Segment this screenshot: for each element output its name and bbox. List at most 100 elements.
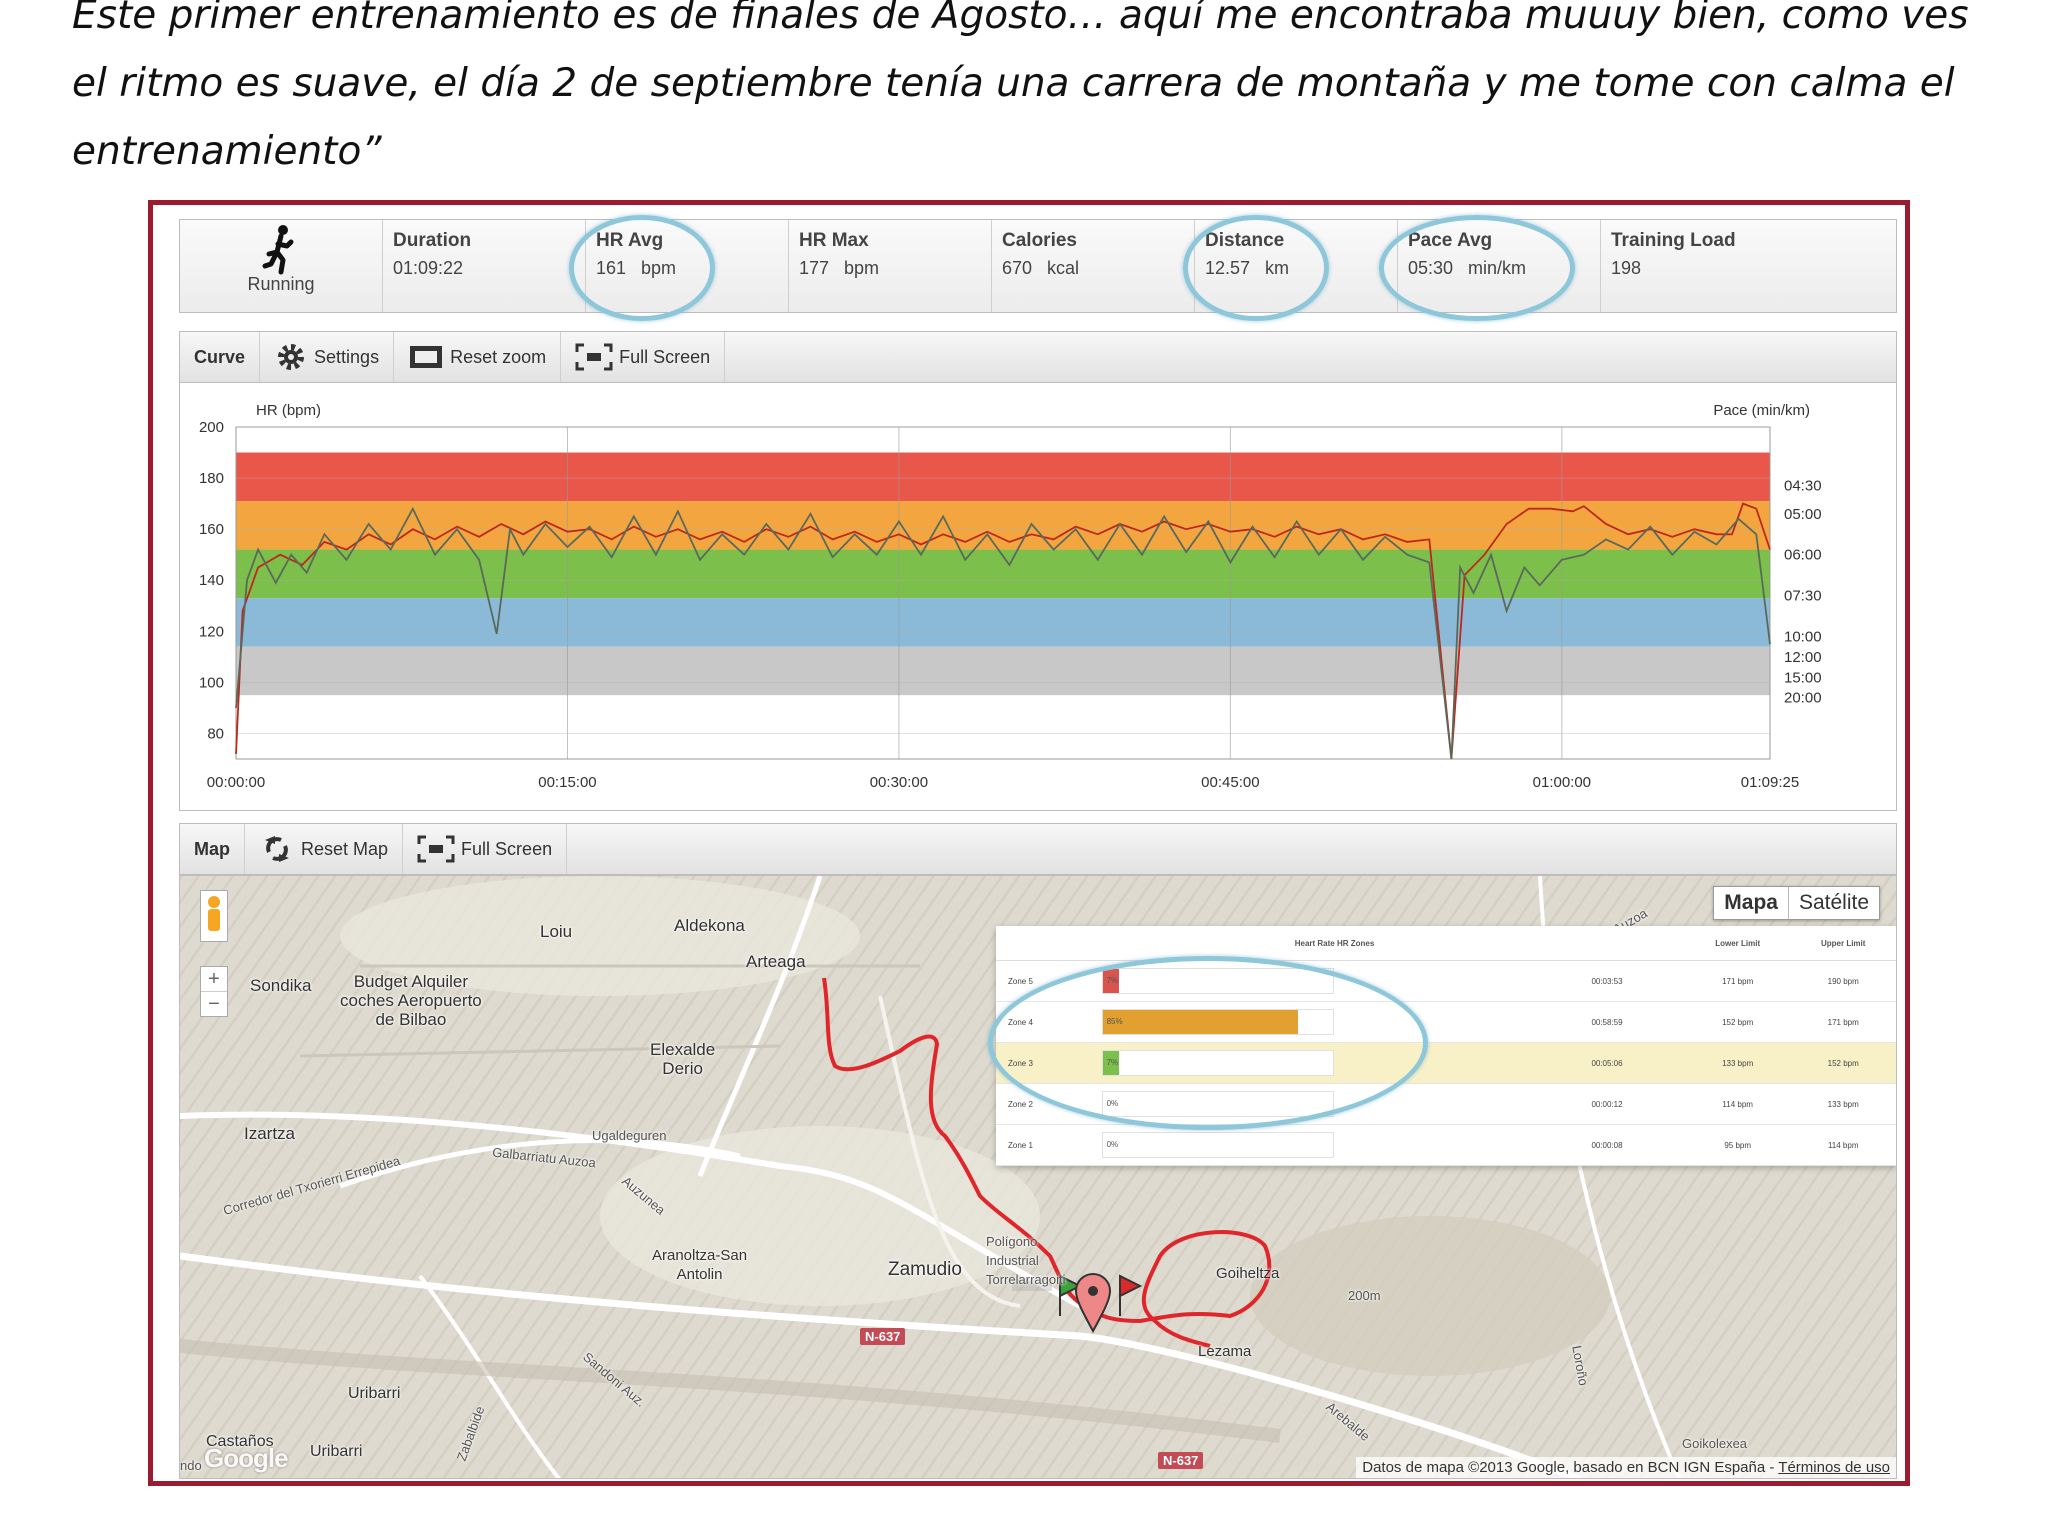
zone-row[interactable]: Zone 3 7% 00:05:06 133 bpm 152 bpm xyxy=(996,1042,1896,1084)
zone-name: Zone 3 xyxy=(996,1042,1090,1084)
zone-lower: 171 bpm xyxy=(1684,960,1791,1002)
place-label: Uribarri xyxy=(348,1385,401,1402)
y2-tick-label: 05:00 xyxy=(1784,506,1822,523)
full-screen-icon xyxy=(575,343,613,371)
zone-bar-fill xyxy=(1102,1010,1299,1034)
zone-upper: 152 bpm xyxy=(1790,1042,1896,1084)
zoom-control: + − xyxy=(200,966,228,1017)
road-shield: N-637 xyxy=(860,1328,906,1345)
quote-line-1: Este primer entrenamiento es de finales … xyxy=(72,0,1969,38)
quote-line-2: el ritmo es suave, el día 2 de septiembr… xyxy=(72,61,1955,106)
y-tick-label: 200 xyxy=(199,419,224,436)
zone-time: 00:03:53 xyxy=(1579,960,1685,1002)
reset-map-button[interactable]: Reset Map xyxy=(245,824,404,874)
stat-value: 12.57 km xyxy=(1205,258,1290,278)
place-label: Zamudio xyxy=(888,1259,962,1280)
place-label: Polígono Industrial Torrelarragoiti xyxy=(986,1234,1066,1287)
map-full-screen-label: Full Screen xyxy=(461,838,553,859)
zone-pct: 0% xyxy=(1106,1140,1119,1149)
place-label: Lezama xyxy=(1198,1343,1252,1360)
full-screen-icon xyxy=(417,835,455,863)
zone-lower: 114 bpm xyxy=(1684,1083,1791,1125)
quote-line-3: entrenamiento” xyxy=(72,129,382,174)
zone-pct: 7% xyxy=(1106,976,1119,985)
y-tick-label: 180 xyxy=(199,470,224,487)
map-type-satelite[interactable]: Satélite xyxy=(1789,887,1879,919)
stat-calories: Calories 670 kcal xyxy=(992,220,1195,312)
x-tick-label: 00:15:00 xyxy=(538,774,596,791)
stat-label: Distance xyxy=(1205,230,1285,251)
street-view-pegman-icon[interactable] xyxy=(200,890,228,942)
curve-title: Curve xyxy=(180,332,261,382)
x-tick-label: 01:09:25 xyxy=(1741,774,1799,791)
google-logo: Google xyxy=(204,1443,289,1473)
zone-bar-cell: 0% xyxy=(1089,1083,1580,1125)
stat-pace-avg: Pace Avg 05:30 min/km xyxy=(1398,220,1601,312)
zoom-out-button[interactable]: − xyxy=(201,992,227,1016)
zoom-in-button[interactable]: + xyxy=(201,967,227,992)
runner-icon xyxy=(262,225,294,275)
x-tick-label: 00:45:00 xyxy=(1201,774,1259,791)
y2-axis-label: Pace (min/km) xyxy=(1713,402,1810,419)
map-type-toggle: Mapa Satélite xyxy=(1713,886,1880,920)
sport-cell: Running xyxy=(180,220,383,312)
zone-row[interactable]: Zone 2 0% 00:00:12 114 bpm 133 bpm xyxy=(996,1083,1896,1125)
route-map[interactable]: + − Mapa Satélite Loiu Aldekona Arteaga … xyxy=(179,875,1897,1479)
zone-lower: 133 bpm xyxy=(1684,1042,1791,1084)
zone-row[interactable]: Zone 5 7% 00:03:53 171 bpm 190 bpm xyxy=(996,960,1896,1002)
zone-row[interactable]: Zone 4 85% 00:58:59 152 bpm 171 bpm xyxy=(996,1001,1896,1043)
hr-pace-chart[interactable]: 200 180 160 140 120 100 80 04:30 05:00 06:00 07:30… xyxy=(180,383,1896,811)
sport-label: Running xyxy=(247,274,315,294)
stat-hr-max: HR Max 177 bpm xyxy=(789,220,992,312)
settings-button[interactable]: Settings xyxy=(260,332,395,382)
zone-upper: 114 bpm xyxy=(1790,1124,1896,1166)
full-screen-button[interactable]: Full Screen xyxy=(561,332,726,382)
reset-zoom-label: Reset zoom xyxy=(450,346,547,367)
hr-zone-band xyxy=(236,452,1770,502)
place-label: Arteaga xyxy=(746,952,806,971)
y2-tick-label: 10:00 xyxy=(1784,628,1822,645)
map-toolbar: Map Reset Map Full Screen xyxy=(179,823,1897,875)
x-tick-label: 01:00:00 xyxy=(1533,774,1591,791)
stat-value: 670 kcal xyxy=(1002,258,1080,278)
stat-value: 198 xyxy=(1611,258,1642,278)
stat-distance: Distance 12.57 km xyxy=(1195,220,1398,312)
y2-tick-label: 07:30 xyxy=(1784,588,1822,605)
zone-bar-cell: 7% xyxy=(1089,960,1580,1002)
x-tick-label: 00:30:00 xyxy=(870,774,928,791)
y-tick-label: 80 xyxy=(207,725,224,742)
reset-zoom-button[interactable]: Reset zoom xyxy=(394,332,562,382)
map-type-mapa[interactable]: Mapa xyxy=(1714,887,1789,919)
y2-tick-label: 12:00 xyxy=(1784,649,1822,666)
stat-value: 161 bpm xyxy=(596,258,677,278)
stat-label: Duration xyxy=(393,230,472,251)
y-tick-label: 100 xyxy=(199,674,224,691)
contour-label: 200m xyxy=(1348,1288,1381,1303)
zone-upper: 190 bpm xyxy=(1790,960,1896,1002)
reset-zoom-icon xyxy=(410,346,443,368)
zone-name: Zone 2 xyxy=(996,1083,1090,1125)
stat-value: 05:30 min/km xyxy=(1408,258,1527,278)
screenshot-frame: Running Duration 01:09:22 HR Avg 161 bpm… xyxy=(148,200,1910,1486)
zone-row[interactable]: Zone 1 0% 00:00:08 95 bpm 114 bpm xyxy=(996,1124,1896,1166)
reset-map-icon xyxy=(265,836,289,862)
gear-icon xyxy=(278,344,305,370)
zones-header-row: Heart Rate HR Zones Lower Limit Upper Li… xyxy=(996,926,1896,961)
map-full-screen-button[interactable]: Full Screen xyxy=(403,824,568,874)
place-label: Izartza xyxy=(244,1124,296,1143)
y-tick-label: 140 xyxy=(199,572,224,589)
full-screen-label: Full Screen xyxy=(619,346,711,367)
zone-bar-cell: 7% xyxy=(1089,1042,1580,1084)
terms-link[interactable]: Términos de uso xyxy=(1778,1459,1890,1476)
y-tick-label: 160 xyxy=(199,521,224,538)
stat-value: 177 bpm xyxy=(799,258,880,278)
place-label: Aranoltza-San Antolin xyxy=(652,1247,748,1283)
zone-name: Zone 5 xyxy=(996,960,1090,1002)
zone-time: 00:00:08 xyxy=(1579,1124,1685,1166)
hr-zone-band xyxy=(236,598,1770,647)
reset-map-label: Reset Map xyxy=(301,838,389,859)
zone-upper: 171 bpm xyxy=(1790,1001,1896,1043)
zone-lower: 95 bpm xyxy=(1684,1124,1791,1166)
stat-label: Training Load xyxy=(1611,230,1736,251)
zone-pct: 0% xyxy=(1106,1099,1119,1108)
